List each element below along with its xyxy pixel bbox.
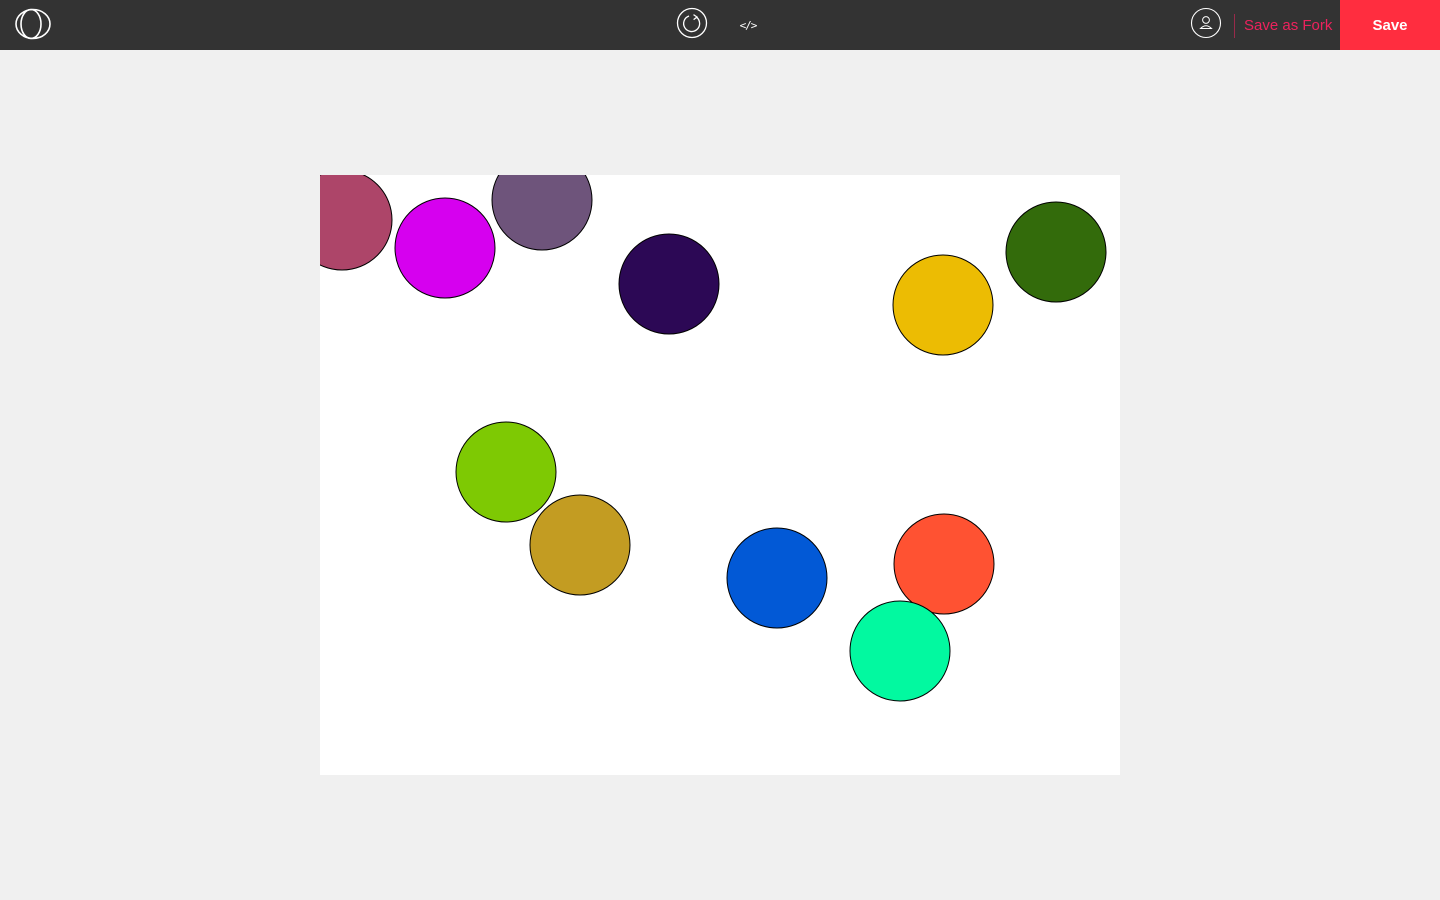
canvas-circle (849, 600, 951, 702)
toolbar: </> Save as Fork Save (0, 0, 1440, 50)
sketch-canvas[interactable] (320, 175, 1120, 775)
canvas-circle (455, 421, 557, 523)
refresh-button[interactable] (675, 7, 709, 44)
canvas-circle (1005, 201, 1107, 303)
save-as-fork-button[interactable]: Save as Fork (1244, 0, 1332, 50)
refresh-icon (676, 7, 708, 44)
code-view-button[interactable]: </> (731, 8, 765, 42)
canvas-circle (491, 175, 593, 251)
canvas-circle (320, 175, 393, 271)
canvas-circle (618, 233, 720, 335)
p5-logo-icon[interactable] (14, 7, 52, 41)
user-account-button[interactable] (1189, 7, 1223, 44)
canvas-circle (394, 197, 496, 299)
save-button[interactable]: Save (1340, 0, 1440, 50)
canvas-circle (892, 254, 994, 356)
canvas-circle (893, 513, 995, 615)
canvas-circle (529, 494, 631, 596)
code-icon: </> (739, 18, 758, 32)
toolbar-divider (1234, 14, 1235, 38)
canvas-circle (726, 527, 828, 629)
user-icon (1190, 7, 1222, 44)
canvas-drawing (320, 175, 1107, 702)
